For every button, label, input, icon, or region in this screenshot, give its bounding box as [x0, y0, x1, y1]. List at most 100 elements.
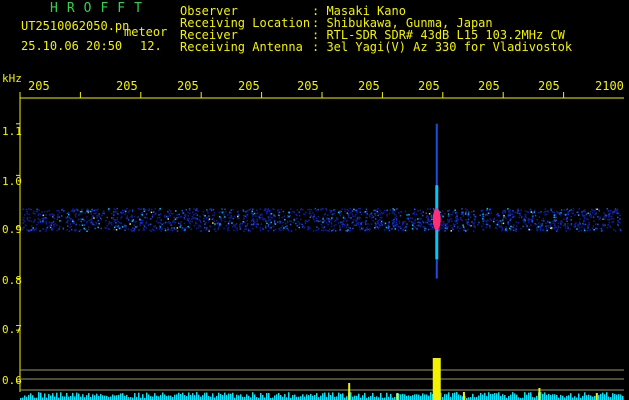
spectrum-bar: [498, 392, 500, 400]
noise-speck: [249, 208, 251, 210]
noise-speck: [69, 217, 71, 220]
noise-speck: [485, 226, 488, 228]
noise-speck: [550, 209, 552, 211]
noise-speck: [278, 229, 280, 231]
noise-speck: [289, 223, 292, 226]
noise-speck: [278, 211, 281, 213]
noise-speck: [246, 223, 249, 225]
noise-speck: [427, 208, 429, 210]
noise-speck: [402, 221, 405, 223]
noise-speck: [32, 221, 35, 223]
noise-speck: [444, 230, 446, 232]
noise-speck: [359, 226, 361, 228]
noise-speck: [313, 214, 315, 216]
noise-speck: [515, 225, 518, 227]
spectrum-bar: [508, 396, 510, 400]
noise-speck: [72, 220, 74, 222]
noise-speck: [259, 229, 262, 232]
noise-speck: [189, 220, 192, 222]
noise-speck: [427, 223, 430, 225]
spectrum-bar: [542, 393, 544, 400]
noise-speck: [150, 218, 152, 220]
noise-speck: [116, 207, 118, 210]
noise-speck: [536, 227, 538, 229]
noise-speck: [520, 227, 522, 230]
noise-speck: [75, 228, 77, 231]
noise-speck: [236, 229, 238, 231]
noise-speck: [465, 230, 467, 232]
noise-speck: [175, 210, 177, 212]
noise-speck: [597, 216, 599, 218]
noise-speck: [348, 226, 350, 229]
noise-speck: [375, 214, 377, 217]
spectrum-bar: [106, 395, 108, 400]
spectrum-bar: [192, 393, 194, 400]
noise-speck: [87, 212, 89, 214]
noise-speck: [414, 226, 417, 229]
noise-speck: [229, 220, 231, 222]
noise-speck: [553, 219, 556, 221]
noise-speck: [212, 208, 215, 211]
noise-speck: [532, 217, 534, 219]
noise-speck: [375, 223, 378, 225]
noise-speck: [88, 228, 90, 231]
noise-speck: [498, 225, 501, 227]
spectrum-bar: [246, 394, 248, 400]
noise-speck: [536, 229, 538, 231]
noise-speck: [611, 221, 613, 223]
noise-speck: [234, 226, 237, 228]
noise-speck: [473, 219, 476, 221]
noise-speck: [287, 214, 289, 217]
noise-speck: [121, 226, 124, 228]
noise-speck: [174, 221, 176, 224]
noise-speck: [425, 212, 427, 214]
noise-speck: [464, 213, 467, 215]
noise-speck: [161, 228, 163, 230]
noise-speck: [553, 227, 555, 230]
noise-speck: [366, 226, 368, 229]
noise-speck: [280, 208, 283, 211]
noise-speck: [424, 229, 426, 232]
noise-speck: [153, 229, 155, 232]
noise-speck: [168, 209, 171, 211]
noise-speck: [397, 225, 400, 228]
noise-speck: [570, 223, 573, 225]
noise-speck: [471, 221, 473, 223]
noise-speck: [269, 227, 271, 229]
noise-speck: [242, 209, 244, 211]
noise-speck: [349, 229, 351, 232]
noise-speck: [365, 223, 367, 225]
noise-speck: [405, 225, 407, 228]
noise-speck: [498, 220, 500, 222]
noise-speck: [245, 225, 247, 227]
noise-speck: [329, 219, 332, 221]
noise-speck: [167, 229, 169, 231]
noise-speck: [131, 210, 134, 212]
noise-speck: [185, 209, 188, 211]
noise-speck: [267, 216, 270, 218]
noise-speck: [588, 223, 590, 226]
noise-speck: [554, 225, 556, 227]
noise-speck: [313, 215, 315, 218]
spectrum-bar: [152, 396, 154, 400]
noise-speck: [151, 216, 154, 218]
noise-speck: [261, 216, 263, 219]
noise-speck: [607, 218, 609, 221]
noise-speck: [264, 218, 266, 220]
noise-speck: [531, 221, 533, 223]
noise-speck: [149, 229, 151, 232]
spectrum-bar: [372, 392, 374, 400]
noise-speck: [97, 226, 99, 229]
noise-speck: [268, 210, 271, 213]
noise-speck: [427, 228, 430, 231]
noise-speck: [126, 217, 128, 219]
noise-speck: [312, 218, 315, 220]
noise-speck: [213, 228, 216, 231]
noise-speck: [309, 216, 311, 218]
noise-speck: [111, 212, 113, 215]
noise-speck: [490, 212, 493, 214]
spectrum-bar: [280, 395, 282, 400]
noise-speck: [170, 222, 172, 224]
noise-speck: [612, 212, 614, 215]
noise-speck: [376, 226, 379, 229]
